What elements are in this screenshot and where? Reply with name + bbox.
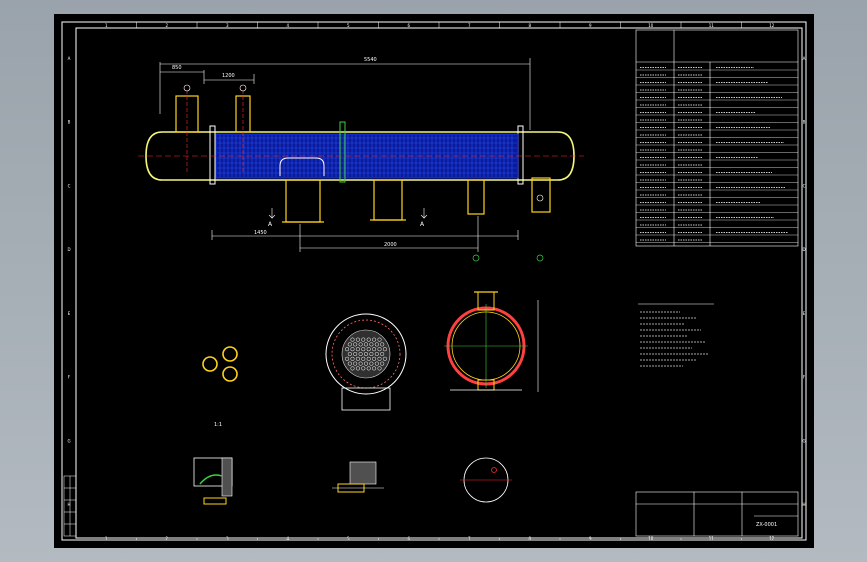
section-arrow-icon: A A bbox=[268, 208, 428, 228]
column-mark: 12 bbox=[769, 536, 775, 541]
svg-text:2000: 2000 bbox=[384, 242, 397, 248]
row-mark: B bbox=[803, 120, 806, 125]
engineering-drawing: 112233445566778899101011111212 A AB BC CD DE… bbox=[61, 21, 807, 541]
table-rows bbox=[636, 67, 798, 243]
row-mark: A bbox=[68, 56, 71, 61]
column-mark: 7 bbox=[468, 536, 471, 541]
title-block bbox=[635, 491, 799, 537]
row-mark: G bbox=[67, 438, 70, 443]
column-mark: 1 bbox=[105, 536, 108, 541]
tube-sheet-view bbox=[325, 313, 407, 411]
row-mark: A bbox=[803, 56, 806, 61]
column-mark: 11 bbox=[709, 23, 715, 28]
row-mark: B bbox=[68, 120, 71, 125]
column-mark: 8 bbox=[528, 536, 531, 541]
column-mark: 12 bbox=[769, 23, 775, 28]
row-mark: E bbox=[68, 311, 71, 316]
row-mark: H bbox=[802, 502, 805, 507]
outer-frame bbox=[61, 21, 807, 541]
column-mark: 2 bbox=[165, 536, 168, 541]
column-mark: 3 bbox=[226, 23, 229, 28]
column-mark: 3 bbox=[226, 536, 229, 541]
column-mark: 9 bbox=[589, 536, 592, 541]
main-elevation-view: 5540 850 1200 1450 2000 A A bbox=[138, 57, 584, 262]
column-mark: 10 bbox=[648, 23, 654, 28]
column-mark: 5 bbox=[347, 536, 350, 541]
column-mark: 8 bbox=[528, 23, 531, 28]
row-mark: G bbox=[802, 438, 805, 443]
revision-grid bbox=[63, 475, 77, 537]
weld-symbol-icon bbox=[332, 461, 384, 493]
column-mark: 4 bbox=[286, 23, 289, 28]
tube-sheet-right bbox=[517, 125, 524, 185]
row-mark: E bbox=[803, 311, 806, 316]
bottom-nozzle-1 bbox=[467, 179, 485, 215]
svg-text:5540: 5540 bbox=[364, 57, 377, 63]
column-mark: 6 bbox=[407, 23, 410, 28]
tube-layout-detail bbox=[202, 346, 238, 382]
design-data-table bbox=[635, 29, 799, 247]
drawing-canvas[interactable]: 1 1 2 2 3 3 4 4 5 5 6 6 7 7 8 8 9 9 10 10 11 11 12 12 AABBCCDDE… bbox=[54, 14, 814, 548]
row-mark: C bbox=[803, 183, 806, 188]
top-nozzle-1 bbox=[175, 84, 199, 174]
svg-text:850: 850 bbox=[172, 65, 182, 71]
column-mark: 9 bbox=[589, 23, 592, 28]
row-mark: F bbox=[68, 375, 71, 380]
column-mark: 10 bbox=[648, 536, 654, 541]
row-mark: D bbox=[802, 247, 805, 252]
svg-text:A: A bbox=[268, 221, 273, 228]
column-mark: 2 bbox=[165, 23, 168, 28]
bottom-nozzle-2 bbox=[531, 177, 551, 213]
svg-text:1200: 1200 bbox=[222, 73, 235, 79]
column-mark: 1 bbox=[105, 23, 108, 28]
svg-text:A: A bbox=[420, 221, 425, 228]
row-mark: F bbox=[803, 375, 806, 380]
row-mark: D bbox=[67, 247, 70, 252]
saddle-support-right bbox=[370, 179, 406, 221]
bolt-icon bbox=[460, 457, 512, 503]
note-lines bbox=[640, 311, 709, 367]
cad-viewport: 1 1 2 2 3 3 4 4 5 5 6 6 7 7 8 8 9 9 10 10 11 11 12 12 AABBCCDDE… bbox=[0, 0, 867, 562]
technical-notes bbox=[638, 303, 714, 367]
svg-text:1450: 1450 bbox=[254, 230, 267, 236]
top-dimensions bbox=[159, 58, 531, 130]
row-marks: A AB BC CD DE EF FG GH H bbox=[67, 56, 805, 507]
column-mark: 4 bbox=[286, 536, 289, 541]
nozzle-callouts bbox=[472, 254, 544, 262]
column-mark: 6 bbox=[407, 536, 410, 541]
row-mark: C bbox=[68, 183, 71, 188]
column-mark: 7 bbox=[468, 23, 471, 28]
shell-section-view bbox=[444, 291, 539, 392]
svg-text:1:1: 1:1 bbox=[214, 422, 222, 428]
drawing-number: ZX-0001 bbox=[756, 522, 777, 528]
column-mark: 5 bbox=[347, 23, 350, 28]
saddle-support-left bbox=[282, 179, 324, 223]
column-mark: 11 bbox=[709, 536, 715, 541]
tube-sheet-left bbox=[209, 125, 216, 185]
weld-detail bbox=[193, 457, 233, 505]
